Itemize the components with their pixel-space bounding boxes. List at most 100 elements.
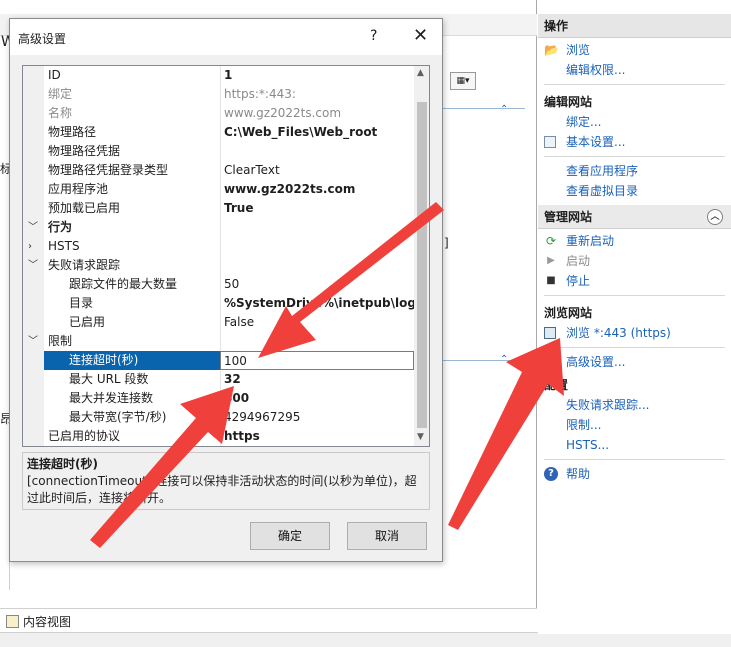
property-name: 已启用的协议: [48, 429, 121, 443]
category-row-hsts[interactable]: › HSTS: [23, 237, 414, 256]
property-name: 预加载已启用: [48, 201, 121, 215]
browser-icon: [544, 327, 556, 339]
action-failed-request[interactable]: 失败请求跟踪...: [538, 395, 731, 415]
action-limits[interactable]: 限制...: [538, 415, 731, 435]
view-toggle-icon[interactable]: ▦▾: [450, 72, 476, 90]
category-row-failed-request[interactable]: ﹀ 失败请求跟踪: [23, 256, 414, 275]
category-row-behavior[interactable]: ﹀ 行为: [23, 218, 414, 237]
property-value: [220, 332, 414, 351]
action-advanced-settings[interactable]: 高级设置...: [538, 352, 731, 372]
property-row[interactable]: ID 1: [23, 66, 414, 85]
action-basic-settings[interactable]: 基本设置...: [538, 132, 731, 152]
property-value[interactable]: False: [220, 313, 414, 332]
action-bindings[interactable]: 绑定...: [538, 112, 731, 132]
property-row[interactable]: 物理路径凭据登录类型 ClearText: [23, 161, 414, 180]
edit-site-title: 编辑网站: [544, 95, 593, 109]
description-title: 连接超时(秒): [27, 457, 98, 471]
collapse-icon[interactable]: ︿: [707, 209, 723, 225]
restart-icon: ⟳: [545, 234, 557, 248]
stop-icon: ■: [546, 275, 556, 286]
property-row[interactable]: 已启用 False: [23, 313, 414, 332]
connection-timeout-input[interactable]: 100: [220, 351, 414, 370]
action-browse[interactable]: 📂 浏览: [538, 40, 731, 60]
property-value[interactable]: True: [220, 199, 414, 218]
action-label: 高级设置...: [566, 355, 626, 369]
action-help[interactable]: ? 帮助: [538, 464, 731, 484]
action-view-vdirs[interactable]: 查看虚拟目录: [538, 181, 731, 201]
action-browse-https[interactable]: 浏览 *:443 (https): [538, 323, 731, 343]
property-row[interactable]: 预加载已启用 True: [23, 199, 414, 218]
collapse-up-icon[interactable]: ⌃: [500, 104, 508, 115]
chevron-down-icon[interactable]: ﹀: [28, 256, 38, 275]
action-label: 启动: [566, 254, 591, 268]
actions-header-label: 操作: [544, 19, 569, 33]
property-row[interactable]: 应用程序池 www.gz2022ts.com: [23, 180, 414, 199]
property-row[interactable]: 绑定 https:*:443:: [23, 85, 414, 104]
property-value[interactable]: 600: [220, 389, 414, 408]
help-button[interactable]: ?: [370, 28, 377, 44]
action-label: 查看应用程序: [566, 164, 639, 178]
property-name: 物理路径凭据登录类型: [48, 163, 169, 177]
dialog-title: 高级设置: [18, 32, 67, 46]
property-value[interactable]: ClearText: [220, 161, 414, 180]
property-name: ID: [48, 68, 61, 82]
property-value: https:*:443:: [220, 85, 414, 104]
chevron-right-icon[interactable]: ›: [28, 237, 38, 256]
property-value: [220, 256, 414, 275]
scrollbar-thumb[interactable]: [417, 102, 427, 428]
property-row[interactable]: 目录 %SystemDrive%\inetpub\logs\: [23, 294, 414, 313]
status-bar: [0, 632, 731, 647]
property-row[interactable]: 物理路径凭据: [23, 142, 414, 161]
property-name: 物理路径凭据: [48, 144, 121, 158]
property-value[interactable]: https: [220, 427, 414, 446]
category-row-limits[interactable]: ﹀ 限制: [23, 332, 414, 351]
property-value[interactable]: 4294967295: [220, 408, 414, 427]
action-label: HSTS...: [566, 438, 610, 452]
property-row-selected[interactable]: 连接超时(秒) 100: [23, 351, 414, 370]
property-row[interactable]: 最大带宽(字节/秒) 4294967295: [23, 408, 414, 427]
tab-content-view[interactable]: 内容视图: [6, 613, 71, 630]
property-value[interactable]: [220, 142, 414, 161]
config-title: 配置: [544, 378, 569, 392]
property-value[interactable]: 1: [220, 66, 414, 85]
action-start[interactable]: ▶ 启动: [538, 251, 731, 271]
action-label: 停止: [566, 274, 591, 288]
chevron-down-icon[interactable]: ﹀: [28, 218, 38, 237]
action-edit-permissions[interactable]: 编辑权限...: [538, 60, 731, 80]
property-value[interactable]: www.gz2022ts.com: [220, 180, 414, 199]
chevron-down-icon[interactable]: ﹀: [28, 332, 38, 351]
scroll-down-icon[interactable]: ▼: [417, 432, 424, 442]
ok-button[interactable]: 确定: [250, 522, 330, 550]
property-row[interactable]: 跟踪文件的最大数量 50: [23, 275, 414, 294]
action-label: 重新启动: [566, 234, 615, 248]
property-row[interactable]: 名称 www.gz2022ts.com: [23, 104, 414, 123]
folder-icon: 📂: [544, 43, 559, 57]
description-panel: 连接超时(秒) [connectionTimeout] 连接可以保持非活动状态的…: [22, 452, 430, 510]
property-row[interactable]: 已启用的协议 https: [23, 427, 414, 446]
action-label: 限制...: [566, 418, 602, 432]
close-button[interactable]: ✕: [413, 25, 428, 46]
cancel-button[interactable]: 取消: [347, 522, 427, 550]
property-row[interactable]: 最大 URL 段数 32: [23, 370, 414, 389]
property-value: www.gz2022ts.com: [220, 104, 414, 123]
scroll-up-icon[interactable]: ▲: [417, 68, 424, 78]
actions-pane: 操作 📂 浏览 编辑权限... 编辑网站 绑定... 基本设置... 查看应用程序…: [538, 14, 731, 634]
property-value[interactable]: C:\Web_Files\Web_root: [220, 123, 414, 142]
collapse-up-icon[interactable]: ⌃: [500, 354, 508, 365]
browse-site-title: 浏览网站: [544, 306, 593, 320]
action-restart[interactable]: ⟳ 重新启动: [538, 231, 731, 251]
property-value[interactable]: 32: [220, 370, 414, 389]
property-value[interactable]: 50: [220, 275, 414, 294]
description-text: [connectionTimeout] 连接可以保持非活动状态的时间(以秒为单位…: [27, 474, 417, 505]
action-hsts[interactable]: HSTS...: [538, 435, 731, 455]
separator: [544, 295, 725, 296]
property-row[interactable]: 物理路径 C:\Web_Files\Web_root: [23, 123, 414, 142]
group-divider: [430, 108, 525, 109]
category-name: 行为: [48, 220, 73, 234]
action-stop[interactable]: ■ 停止: [538, 271, 731, 291]
property-value[interactable]: %SystemDrive%\inetpub\logs\: [220, 294, 414, 313]
property-row[interactable]: 最大并发连接数 600: [23, 389, 414, 408]
grid-scrollbar[interactable]: ▲ ▼: [414, 66, 429, 446]
action-view-apps[interactable]: 查看应用程序: [538, 161, 731, 181]
dialog-titlebar: 高级设置 ? ✕: [10, 19, 442, 55]
